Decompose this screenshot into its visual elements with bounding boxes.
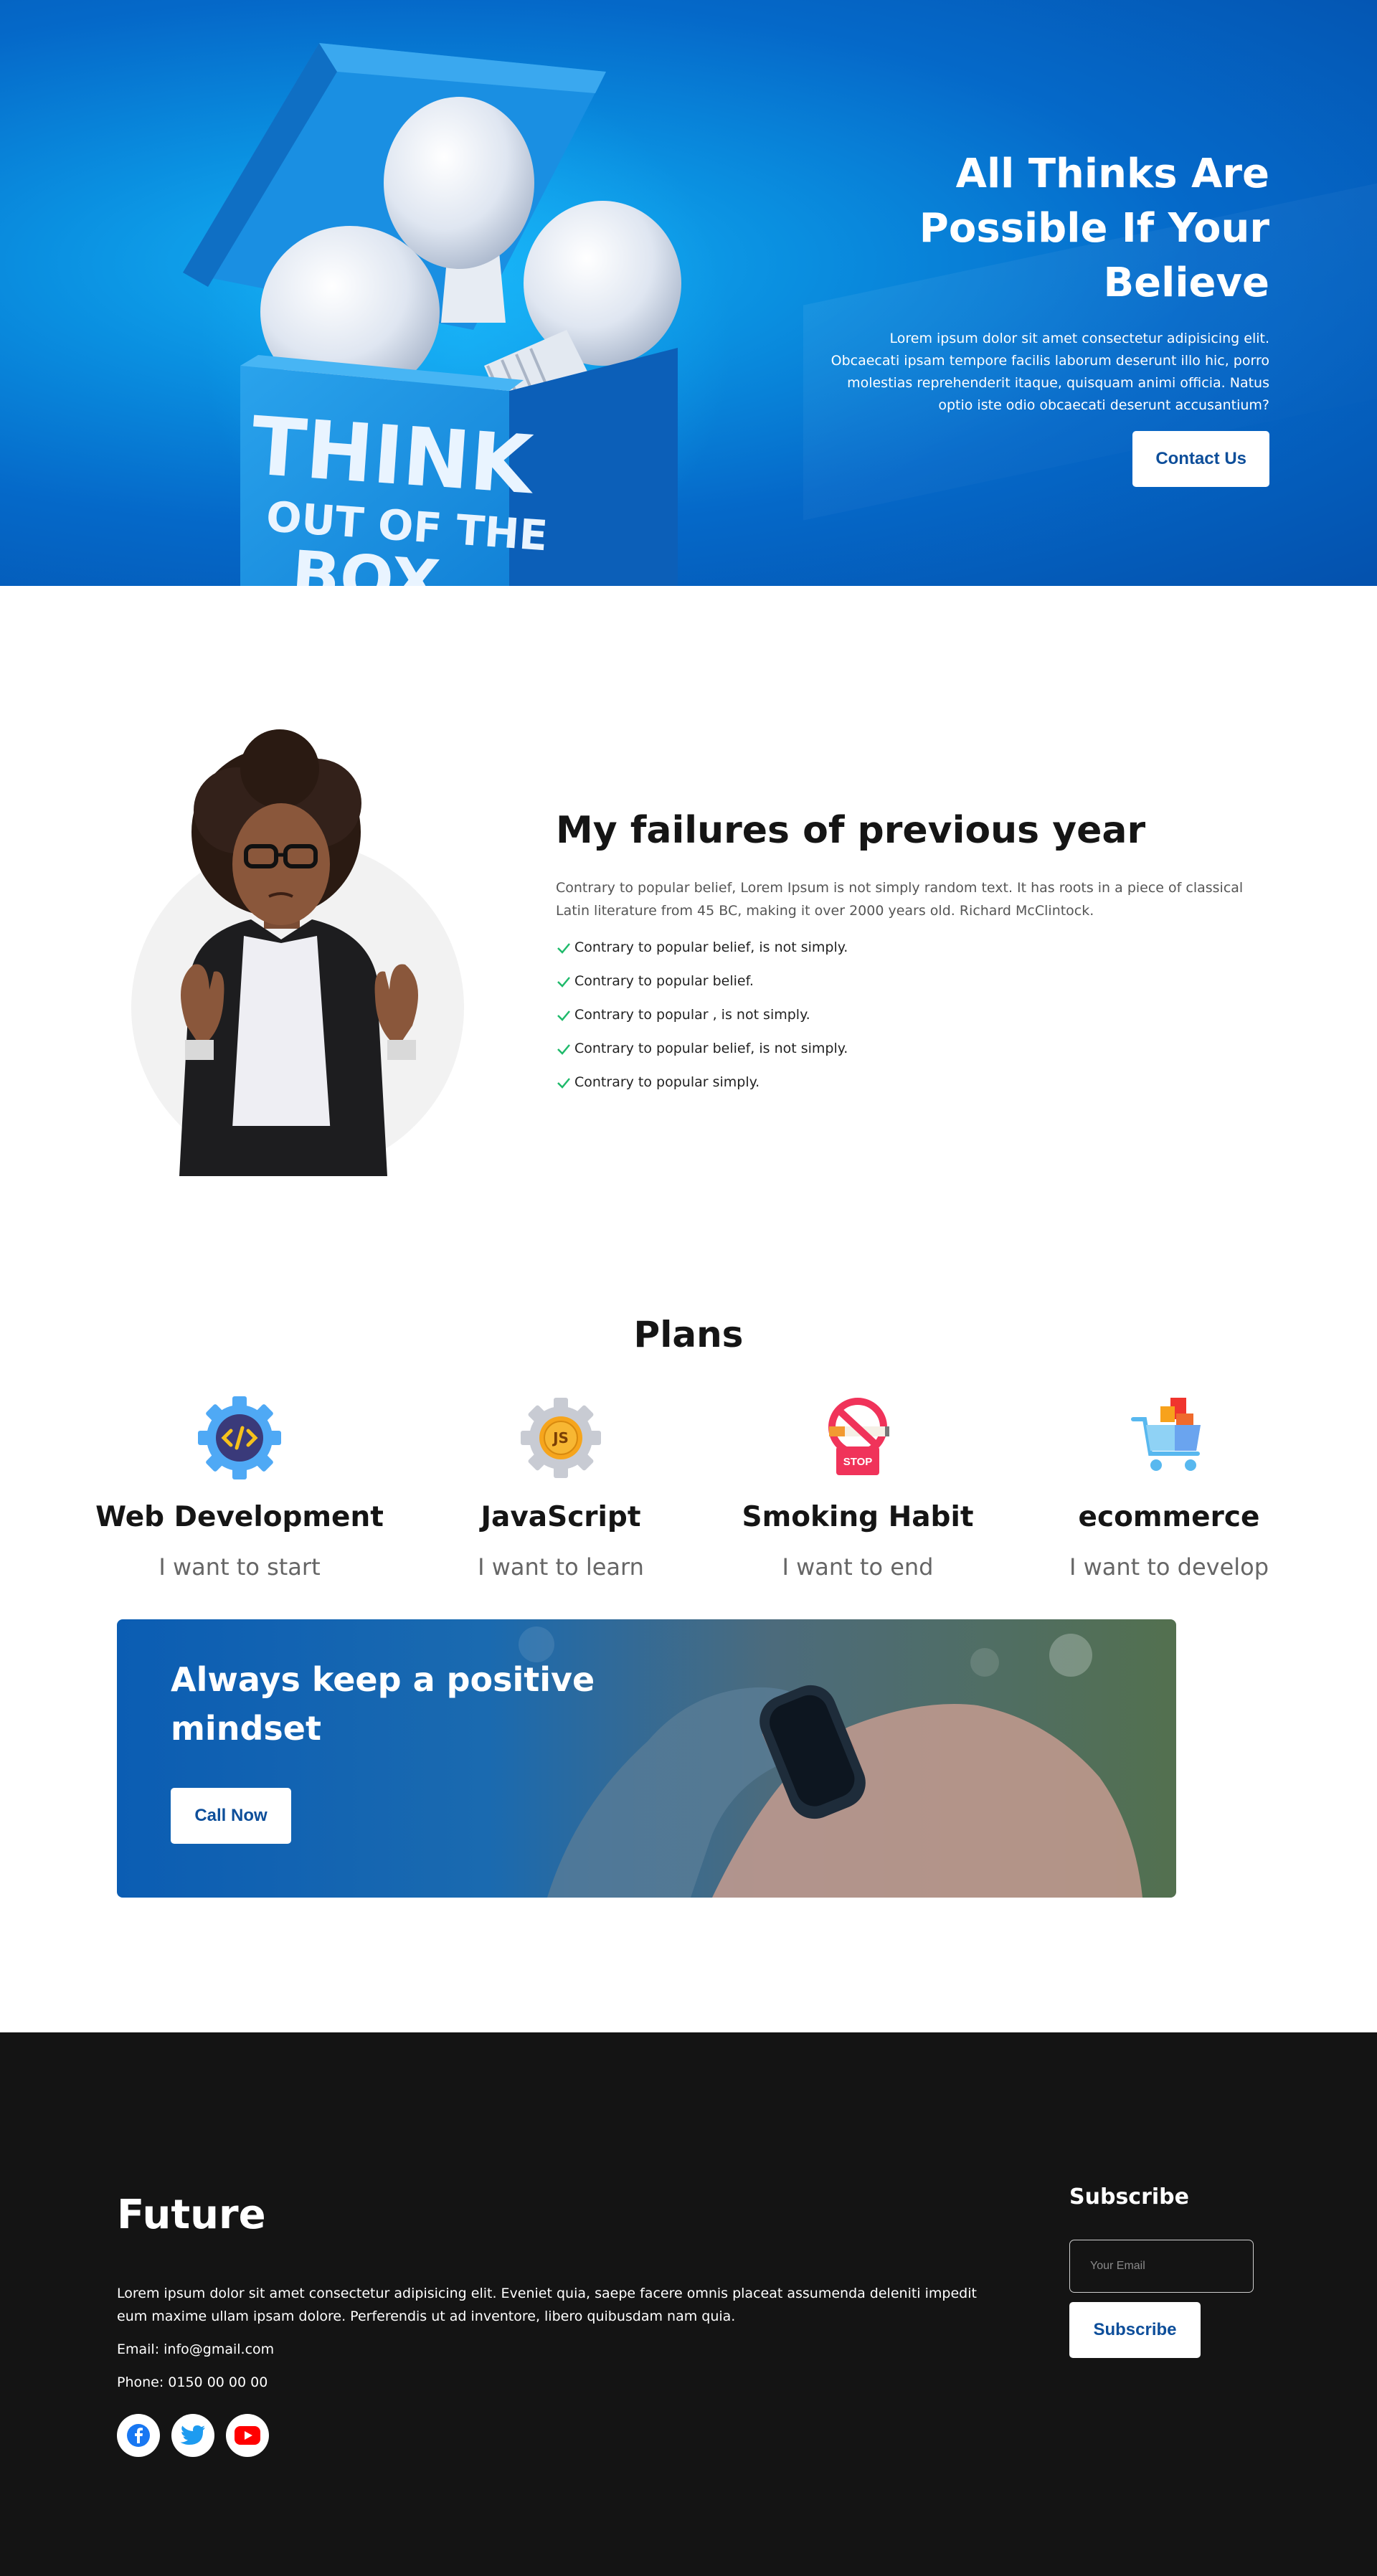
twitter-link[interactable] — [171, 2414, 214, 2457]
think-out-of-box-image: THINK OUT OF THE BOX — [183, 43, 681, 586]
plan-title: ecommerce — [1078, 1501, 1260, 1533]
check-icon — [557, 1010, 570, 1021]
list-item-label: Contrary to popular simply. — [574, 1074, 760, 1090]
list-item-label: Contrary to popular belief. — [574, 973, 754, 989]
shopping-cart-icon — [1131, 1398, 1201, 1471]
check-icon — [557, 942, 570, 954]
check-icon — [557, 1077, 570, 1089]
facebook-icon — [127, 2424, 150, 2447]
email-input[interactable] — [1069, 2240, 1254, 2293]
list-item: Contrary to popular belief, is not simpl… — [556, 931, 1273, 965]
plan-subtitle: I want to start — [158, 1553, 321, 1581]
plans-title: Plans — [633, 1314, 744, 1355]
plan-card-smoking-habit: STOP Smoking Habit I want to end — [700, 1395, 1016, 1581]
failures-text: Contrary to popular belief, Lorem Ipsum … — [556, 880, 1244, 919]
list-item-label: Contrary to popular belief, is not simpl… — [574, 939, 848, 955]
list-item: Contrary to popular , is not simply. — [556, 998, 1273, 1032]
footer: Future Lorem ipsum dolor sit amet consec… — [0, 2032, 1377, 2576]
contact-us-button[interactable]: Contact Us — [1132, 431, 1269, 487]
footer-text: Lorem ipsum dolor sit amet consectetur a… — [117, 2286, 977, 2324]
list-item: Contrary to popular belief. — [556, 965, 1273, 998]
plan-title: Web Development — [95, 1501, 384, 1533]
hero-text: Lorem ipsum dolor sit amet consectetur a… — [831, 331, 1269, 413]
plan-card-web-development: Web Development I want to start — [82, 1395, 397, 1581]
js-gear-icon: JS — [521, 1398, 601, 1478]
hero-copy: All Thinks Are Possible If Your Believe … — [825, 147, 1269, 487]
plan-subtitle: I want to learn — [478, 1553, 644, 1581]
stop-badge-label: STOP — [843, 1456, 873, 1468]
check-icon — [557, 976, 570, 988]
list-item: Contrary to popular belief, is not simpl… — [556, 1032, 1273, 1066]
social-links — [117, 2414, 269, 2457]
cta-title: Always keep a positive mindset — [171, 1660, 595, 1748]
youtube-icon — [235, 2426, 260, 2445]
failures-list: Contrary to popular belief, is not simpl… — [556, 931, 1273, 1099]
facebook-link[interactable] — [117, 2414, 160, 2457]
portrait-image — [131, 729, 464, 1176]
plan-card-javascript: JS JavaScript I want to learn — [403, 1395, 719, 1581]
cta-banner: Always keep a positive mindset Call Now — [117, 1619, 1176, 1898]
plan-subtitle: I want to end — [782, 1553, 934, 1581]
plan-card-ecommerce: ecommerce I want to develop — [1011, 1395, 1327, 1581]
no-smoking-icon: STOP — [828, 1398, 889, 1475]
call-now-button[interactable]: Call Now — [171, 1788, 291, 1844]
svg-text:JS: JS — [552, 1429, 569, 1446]
hero-title: All Thinks Are Possible If Your Believe — [919, 151, 1269, 306]
list-item-label: Contrary to popular , is not simply. — [574, 1007, 810, 1023]
footer-email: Email: info@gmail.com — [117, 2341, 275, 2357]
footer-brand: Future — [117, 2192, 266, 2238]
plan-title: Smoking Habit — [742, 1501, 974, 1533]
check-icon — [557, 1043, 570, 1055]
code-gear-icon — [198, 1396, 281, 1479]
footer-phone: Phone: 0150 00 00 00 — [117, 2374, 268, 2390]
hero-section: THINK OUT OF THE BOX All Thinks Are Poss… — [0, 0, 1377, 586]
youtube-link[interactable] — [226, 2414, 269, 2457]
subscribe-title: Subscribe — [1069, 2184, 1189, 2210]
failures-title: My failures of previous year — [556, 809, 1146, 852]
list-item: Contrary to popular simply. — [556, 1066, 1273, 1099]
twitter-icon — [180, 2425, 205, 2445]
failures-content: My failures of previous year Contrary to… — [556, 809, 1273, 1099]
list-item-label: Contrary to popular belief, is not simpl… — [574, 1041, 848, 1056]
plan-title: JavaScript — [481, 1501, 641, 1533]
subscribe-button[interactable]: Subscribe — [1069, 2302, 1201, 2358]
plan-subtitle: I want to develop — [1069, 1553, 1269, 1581]
